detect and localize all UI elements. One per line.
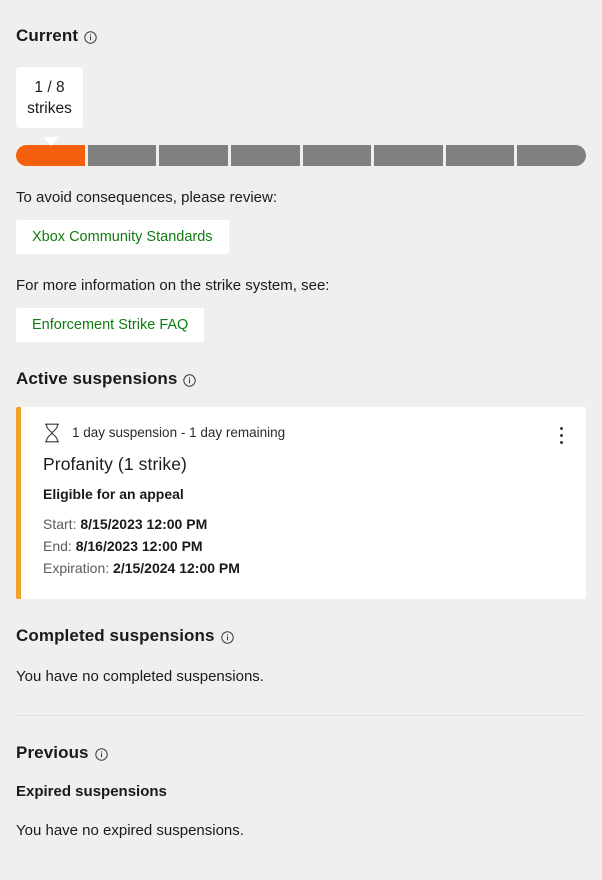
strike-segment-2 (87, 145, 157, 166)
suspension-card-header: 1 day suspension - 1 day remaining (43, 423, 566, 443)
strikes-callout-wrapper: 1 / 8 strikes (16, 67, 586, 146)
more-vertical-icon[interactable] (550, 423, 572, 447)
active-suspensions-heading: Active suspensions (16, 369, 586, 389)
suspension-expiration-row: Expiration: 2/15/2024 12:00 PM (43, 557, 566, 579)
strikes-count: 1 / 8 (34, 79, 65, 96)
strike-segment-8 (517, 145, 586, 166)
current-heading: Current (16, 26, 586, 46)
expired-suspensions-heading: Expired suspensions (16, 783, 167, 800)
expired-suspensions-empty-text: You have no expired suspensions. (16, 822, 244, 839)
strike-segment-5 (302, 145, 372, 166)
hourglass-icon (43, 423, 61, 443)
suspension-end-row: End: 8/16/2023 12:00 PM (43, 535, 566, 557)
current-section: Current 1 / 8 strikes To avoid consequen… (16, 0, 586, 342)
completed-suspensions-empty-text: You have no completed suspensions. (16, 668, 264, 685)
callout-pointer-icon (43, 137, 59, 146)
info-circle-icon[interactable] (183, 373, 197, 387)
strikes-word: strikes (27, 100, 72, 117)
active-suspensions-heading-label: Active suspensions (16, 369, 178, 388)
suspension-duration-text: 1 day suspension - 1 day remaining (72, 425, 286, 440)
completed-suspensions-heading-label: Completed suspensions (16, 626, 215, 645)
strike-segment-6 (374, 145, 443, 166)
suspension-expiration-label: Expiration: (43, 560, 110, 576)
suspension-title: Profanity (1 strike) (43, 454, 187, 474)
suspension-start-value: 8/15/2023 12:00 PM (80, 516, 208, 532)
current-heading-label: Current (16, 26, 79, 45)
previous-section: Previous Expired suspensions You have no… (16, 743, 586, 839)
suspension-expiration-value: 2/15/2024 12:00 PM (113, 560, 240, 576)
info-circle-icon[interactable] (220, 630, 234, 644)
previous-heading-label: Previous (16, 743, 89, 762)
suspension-details: Start: 8/15/2023 12:00 PM End: 8/16/2023… (43, 513, 566, 579)
strike-segment-7 (445, 145, 515, 166)
suspension-card[interactable]: 1 day suspension - 1 day remaining Profa… (16, 407, 586, 599)
strike-segment-4 (230, 145, 300, 166)
active-suspensions-section: Active suspensions 1 day suspension - 1 … (16, 369, 586, 599)
appeal-status: Eligible for an appeal (43, 486, 184, 502)
info-circle-icon[interactable] (84, 30, 97, 44)
xbox-community-standards-link[interactable]: Xbox Community Standards (16, 220, 229, 254)
enforcement-strike-faq-link[interactable]: Enforcement Strike FAQ (16, 308, 205, 342)
section-divider (16, 715, 586, 716)
strike-progress-bar (16, 145, 586, 166)
strike-segment-1 (16, 145, 85, 166)
strike-segment-3 (159, 145, 228, 166)
completed-suspensions-section: Completed suspensions You have no comple… (16, 626, 586, 716)
more-info-prompt-text: For more information on the strike syste… (16, 277, 330, 294)
enforcement-strikes-page: Current 1 / 8 strikes To avoid consequen… (0, 0, 602, 880)
suspension-end-label: End: (43, 538, 72, 554)
suspension-start-label: Start: (43, 516, 77, 532)
suspension-start-row: Start: 8/15/2023 12:00 PM (43, 513, 566, 535)
strikes-callout: 1 / 8 strikes (16, 67, 83, 128)
review-prompt-text: To avoid consequences, please review: (16, 189, 277, 206)
completed-suspensions-heading: Completed suspensions (16, 626, 586, 646)
info-circle-icon[interactable] (94, 747, 108, 761)
suspension-end-value: 8/16/2023 12:00 PM (75, 538, 203, 554)
previous-heading: Previous (16, 743, 586, 763)
